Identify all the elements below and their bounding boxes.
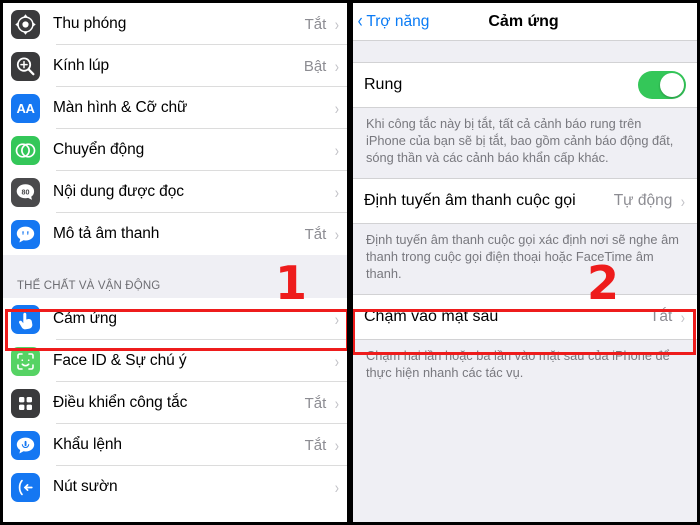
setting-label: Chạm vào mặt sau — [364, 308, 499, 325]
setting-note-vibration: Khi công tắc này bị tắt, tất cả cảnh báo… — [350, 108, 697, 178]
chevron-right-icon: › — [335, 14, 340, 34]
list-item-label: Mô tả âm thanh — [53, 225, 160, 242]
list-item-value: Bật — [303, 57, 327, 75]
chevron-right-icon: › — [335, 393, 340, 413]
right-screen-touch-settings: ‹ Trợ năng Cảm ứng Rung Khi công tắc này… — [350, 0, 700, 525]
setting-row-call-audio-routing[interactable]: Định tuyến âm thanh cuộc gọi Tự động › — [350, 178, 697, 224]
chevron-right-icon: › — [335, 56, 340, 76]
list-item-label: Nội dung được đọc — [53, 183, 184, 200]
chevron-left-icon: ‹ — [357, 11, 363, 32]
setting-note-back-tap: Chạm hai lần hoặc ba lần vào mặt sau của… — [350, 340, 697, 393]
list-item-value: Tắt — [304, 436, 327, 454]
list-item[interactable]: Kính lúp Bật › — [3, 45, 350, 87]
step-marker-2: 2 — [587, 256, 620, 310]
aa-glyph: AA — [16, 100, 35, 116]
settings-body: Rung Khi công tắc này bị tắt, tất cả cản… — [350, 41, 697, 522]
list-item[interactable]: Khẩu lệnh Tắt › — [3, 424, 350, 466]
list-item-label: Cảm ứng — [53, 310, 117, 327]
setting-label: Rung — [364, 76, 403, 93]
list-item[interactable]: Thu phóng Tắt › — [3, 3, 350, 45]
setting-value: Tắt — [649, 308, 673, 325]
zoom-icon — [11, 9, 40, 39]
step-marker-1: 1 — [275, 256, 308, 310]
list-item-label: Thu phóng — [53, 15, 127, 32]
list-item-label: Chuyển động — [53, 141, 145, 158]
voice-control-icon — [11, 430, 40, 460]
chevron-right-icon: › — [335, 351, 340, 371]
tutorial-screenshot-pair: Thu phóng Tắt › Kính lúp Bật › AA Màn hì… — [0, 0, 700, 525]
list-item-value: Tắt — [304, 15, 327, 33]
spoken-content-icon: 80 — [11, 177, 40, 207]
list-item-label: Face ID & Sự chú ý — [53, 352, 187, 369]
switch-control-icon — [11, 388, 40, 418]
chevron-right-icon: › — [335, 182, 340, 202]
list-item[interactable]: 80 Nội dung được đọc › — [3, 171, 350, 213]
left-screen-accessibility-list: Thu phóng Tắt › Kính lúp Bật › AA Màn hì… — [0, 0, 350, 525]
list-item-label: Khẩu lệnh — [53, 436, 122, 453]
side-button-icon — [11, 472, 40, 502]
touch-icon — [11, 304, 40, 334]
vibration-toggle[interactable] — [638, 71, 686, 99]
list-item[interactable]: Điều khiển công tắc Tắt › — [3, 382, 350, 424]
magnifier-icon — [11, 51, 40, 81]
chevron-right-icon: › — [335, 435, 340, 455]
setting-label: Định tuyến âm thanh cuộc gọi — [364, 192, 576, 209]
navigation-bar: ‹ Trợ năng Cảm ứng — [350, 3, 697, 41]
list-item-label: Điều khiển công tắc — [53, 394, 188, 411]
audio-description-icon — [11, 219, 40, 249]
list-item[interactable]: Mô tả âm thanh Tắt › — [3, 213, 350, 255]
list-item-value: Tắt — [304, 394, 327, 412]
setting-note-call-audio-routing: Định tuyến âm thanh cuộc gọi xác định nơ… — [350, 224, 697, 294]
chevron-right-icon: › — [681, 307, 686, 327]
setting-row-vibration[interactable]: Rung — [350, 62, 697, 108]
list-item[interactable]: AA Màn hình & Cỡ chữ › — [3, 87, 350, 129]
chevron-right-icon: › — [335, 309, 340, 329]
chevron-right-icon: › — [335, 98, 340, 118]
back-button[interactable]: ‹ Trợ năng — [350, 11, 430, 32]
list-item[interactable]: Face ID & Sự chú ý › — [3, 340, 350, 382]
list-item-label: Kính lúp — [53, 57, 110, 74]
panel-divider — [347, 0, 353, 525]
chevron-right-icon: › — [335, 140, 340, 160]
list-item-label: Màn hình & Cỡ chữ — [53, 99, 188, 116]
group-spacer — [350, 41, 697, 62]
svg-text:80: 80 — [22, 187, 30, 196]
list-item[interactable]: Nút sườn › — [3, 466, 350, 508]
chevron-right-icon: › — [335, 224, 340, 244]
chevron-right-icon: › — [335, 477, 340, 497]
face-id-icon — [11, 346, 40, 376]
list-item-value: Tắt — [304, 225, 327, 243]
setting-row-back-tap[interactable]: Chạm vào mặt sau Tắt › — [350, 294, 697, 340]
setting-value: Tự động — [613, 192, 673, 209]
chevron-right-icon: › — [681, 191, 686, 211]
motion-icon — [11, 135, 40, 165]
toggle-knob — [660, 73, 684, 97]
display-text-icon: AA — [11, 93, 40, 123]
list-item[interactable]: Chuyển động › — [3, 129, 350, 171]
back-button-label: Trợ năng — [366, 12, 430, 30]
list-item-label: Nút sườn — [53, 478, 118, 495]
